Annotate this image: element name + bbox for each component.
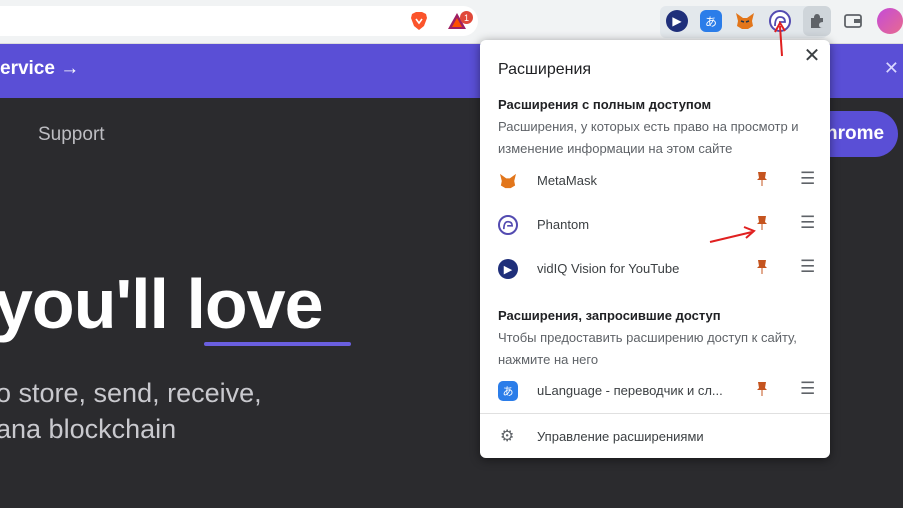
extension-name: uLanguage - переводчик и сл... — [537, 383, 723, 398]
more-menu-icon[interactable]: ☰ — [800, 379, 815, 399]
full-access-heading: Расширения с полным доступом — [498, 97, 712, 112]
phantom-icon — [498, 215, 518, 235]
full-access-description: Расширения, у которых есть право на прос… — [498, 119, 799, 156]
manage-extensions-label: Управление расширениями — [537, 429, 704, 444]
annotation-arrow-icon — [709, 226, 756, 243]
extension-name: vidIQ Vision for YouTube — [537, 261, 680, 276]
banner-text[interactable]: ervice → — [0, 58, 79, 80]
metamask-icon[interactable] — [734, 10, 756, 32]
nav-link-support[interactable]: Support — [38, 124, 105, 146]
requested-access-description: Чтобы предоставить расширению доступ к с… — [498, 330, 797, 367]
extension-row-metamask[interactable]: MetaMask ☰ — [480, 161, 830, 201]
chrome-button-label: hrome — [826, 123, 885, 144]
browser-toolbar: 1 ▶ あ — [0, 0, 903, 44]
avatar[interactable] — [877, 8, 903, 34]
requested-access-heading: Расширения, запросившие доступ — [498, 308, 721, 323]
popup-title: Расширения — [498, 61, 592, 78]
hero-heading: you'll love — [0, 265, 324, 343]
vidiq-icon: ▶ — [498, 259, 518, 279]
close-icon[interactable]: ✕ — [800, 45, 824, 69]
hero-subtitle-line-1: o store, send, receive, — [0, 378, 262, 408]
wallet-icon[interactable] — [842, 10, 864, 32]
heading-underline — [204, 342, 351, 346]
extension-row-vidiq[interactable]: ▶ vidIQ Vision for YouTube ☰ — [480, 249, 830, 289]
ulanguage-icon: あ — [498, 381, 518, 401]
vidiq-icon[interactable]: ▶ — [666, 10, 688, 32]
puzzle-icon[interactable] — [803, 6, 831, 36]
extension-row-ulanguage[interactable]: あ uLanguage - переводчик и сл... ☰ — [480, 371, 830, 411]
more-menu-icon[interactable]: ☰ — [800, 257, 815, 277]
annotation-arrow-icon — [774, 21, 786, 57]
pin-icon[interactable] — [756, 381, 768, 400]
pin-icon[interactable] — [756, 171, 768, 190]
gear-icon: ⚙ — [500, 428, 515, 445]
extensions-popup: Расширения ✕ Расширения с полным доступо… — [480, 40, 830, 458]
more-menu-icon[interactable]: ☰ — [800, 213, 815, 233]
brave-icon[interactable] — [408, 10, 430, 32]
ulanguage-icon[interactable]: あ — [700, 10, 722, 32]
hero-subtitle-line-2: ana blockchain — [0, 414, 177, 444]
notification-badge: 1 — [460, 11, 473, 24]
extension-name: Phantom — [537, 217, 590, 232]
extension-name: MetaMask — [537, 173, 597, 188]
close-icon[interactable]: ✕ — [884, 58, 899, 79]
manage-extensions-button[interactable]: ⚙ Управление расширениями — [480, 414, 830, 458]
extension-row-phantom[interactable]: Phantom ☰ — [480, 205, 830, 245]
more-menu-icon[interactable]: ☰ — [800, 169, 815, 189]
address-bar[interactable] — [0, 6, 478, 36]
pin-icon[interactable] — [756, 259, 768, 278]
metamask-icon — [498, 171, 518, 191]
